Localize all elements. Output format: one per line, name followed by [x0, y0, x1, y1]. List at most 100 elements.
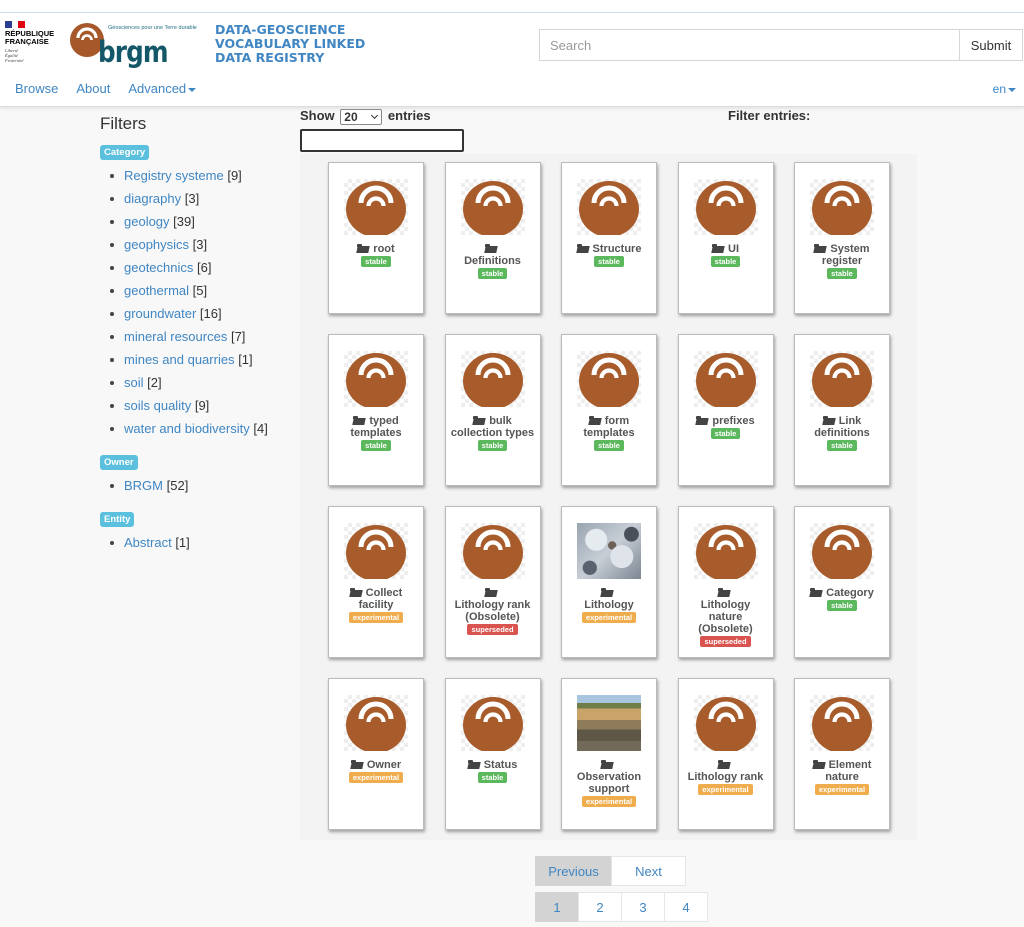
- submit-button[interactable]: Submit: [959, 29, 1023, 61]
- registry-card[interactable]: form templates stable: [561, 334, 657, 486]
- registry-card[interactable]: Link definitions stable: [794, 334, 890, 486]
- facet-link[interactable]: geology: [124, 214, 170, 229]
- facet-item: Abstract [1]: [110, 534, 290, 557]
- card-title[interactable]: Element nature experimental: [799, 759, 885, 795]
- card-title[interactable]: Collect facility experimental: [333, 587, 419, 623]
- facet-count: [3]: [192, 237, 208, 252]
- facet-item: groundwater [16]: [110, 305, 290, 328]
- card-title[interactable]: Structure stable: [566, 243, 652, 267]
- folder-open-icon: [350, 760, 363, 769]
- registry-card[interactable]: typed templates stable: [328, 334, 424, 486]
- registry-card[interactable]: System register stable: [794, 162, 890, 314]
- card-title[interactable]: Observation support experimental: [566, 759, 652, 807]
- facet-link[interactable]: geothermal: [124, 283, 189, 298]
- status-badge: stable: [827, 440, 857, 451]
- search-input[interactable]: [539, 29, 959, 61]
- card-title-label: Owner: [366, 759, 402, 771]
- card-title[interactable]: Lithology rank experimental: [683, 759, 769, 795]
- registry-card[interactable]: Structure stable: [561, 162, 657, 314]
- brgm-logo-icon: [810, 179, 874, 235]
- registry-card[interactable]: Lithology rank (Obsolete) superseded: [444, 506, 541, 658]
- main-nav: Browse About Advanced: [0, 81, 199, 101]
- nav-about[interactable]: About: [76, 81, 110, 101]
- brgm-tagline: Géosciences pour une Terre durable: [108, 25, 197, 31]
- caret-down-icon: [1008, 87, 1016, 92]
- card-title[interactable]: Link definitions stable: [799, 415, 885, 451]
- card-title[interactable]: typed templates stable: [333, 415, 419, 451]
- registry-card[interactable]: Lithology nature (Obsolete) superseded: [677, 506, 774, 658]
- registry-card[interactable]: Lithology rank experimental: [677, 678, 774, 830]
- card-title[interactable]: Lithology rank (Obsolete) superseded: [450, 587, 536, 635]
- card-title[interactable]: Owner experimental: [333, 759, 419, 783]
- motto-fraternite: Fraternité: [5, 58, 24, 63]
- card-title[interactable]: Definitions stable: [450, 243, 536, 279]
- registry-card[interactable]: Element nature experimental: [794, 678, 890, 830]
- entries-label: entries: [387, 108, 431, 123]
- card-title[interactable]: root stable: [333, 243, 419, 267]
- page-3-button[interactable]: 3: [621, 892, 665, 922]
- nav-browse[interactable]: Browse: [15, 81, 58, 101]
- registry-card[interactable]: Status stable: [444, 678, 541, 830]
- facet-link[interactable]: soil: [124, 375, 144, 390]
- facet-link[interactable]: groundwater: [124, 306, 196, 321]
- card-title[interactable]: prefixes stable: [683, 415, 769, 439]
- facet-link[interactable]: water and biodiversity: [124, 421, 250, 436]
- card-title[interactable]: Lithology nature (Obsolete) superseded: [683, 587, 769, 647]
- status-badge: stable: [361, 440, 391, 451]
- registry-card[interactable]: Collect facility experimental: [328, 506, 424, 658]
- card-title[interactable]: bulk collection types stable: [450, 415, 536, 451]
- facet-link[interactable]: soils quality: [124, 398, 191, 413]
- registry-card[interactable]: root stable: [328, 162, 424, 314]
- card-title-label: Category: [826, 587, 874, 599]
- folder-open-icon: [588, 416, 601, 425]
- entries-per-page-select[interactable]: 20: [340, 108, 383, 125]
- prev-next-pagination: Previous Next: [535, 856, 686, 886]
- brgm-logo[interactable]: Géosciences pour une Terre durable brgm: [70, 23, 210, 79]
- status-badge: superseded: [700, 636, 751, 647]
- folder-open-icon: [696, 416, 708, 425]
- registry-card[interactable]: UI stable: [677, 162, 774, 314]
- folder-open-icon: [484, 588, 497, 597]
- folder-open-icon: [467, 760, 480, 769]
- registry-card[interactable]: Lithology experimental: [561, 506, 657, 658]
- facet-link[interactable]: Registry systeme: [124, 168, 224, 183]
- card-title[interactable]: UI stable: [683, 243, 769, 267]
- nav-advanced-dropdown[interactable]: Advanced: [128, 81, 197, 101]
- facet-link[interactable]: diagraphy: [124, 191, 181, 206]
- card-title[interactable]: Status stable: [450, 759, 536, 783]
- facet-link[interactable]: mines and quarries: [124, 352, 235, 367]
- card-title[interactable]: Category stable: [799, 587, 885, 611]
- quarry-photo: [577, 695, 641, 751]
- filter-entries-input[interactable]: [300, 129, 464, 152]
- status-badge: stable: [361, 256, 391, 267]
- registry-card[interactable]: bulk collection types stable: [444, 334, 541, 486]
- page-1-button[interactable]: 1: [535, 892, 579, 922]
- registry-card[interactable]: Observation support experimental: [561, 678, 657, 830]
- facet-link[interactable]: mineral resources: [124, 329, 227, 344]
- facet-link[interactable]: geophysics: [124, 237, 189, 252]
- facet-link[interactable]: Abstract: [124, 535, 172, 550]
- card-title[interactable]: form templates stable: [566, 415, 652, 451]
- card-title[interactable]: Lithology experimental: [566, 587, 652, 623]
- registry-grid: root stable Definitions stable Structure stab…: [300, 154, 917, 840]
- language-dropdown[interactable]: en: [993, 82, 1016, 96]
- page-4-button[interactable]: 4: [664, 892, 708, 922]
- site-title[interactable]: DATA-GEOSCIENCE VOCABULARY LINKED DATA R…: [215, 23, 385, 65]
- folder-open-icon: [717, 588, 730, 597]
- status-badge: experimental: [348, 772, 404, 783]
- registry-card[interactable]: prefixes stable: [677, 334, 774, 486]
- facet-list: Abstract [1]: [100, 534, 290, 557]
- registry-card[interactable]: Owner experimental: [328, 678, 424, 830]
- top-strip: [0, 0, 1024, 12]
- registry-card[interactable]: Definitions stable: [444, 162, 541, 314]
- card-title-label: Structure: [592, 243, 642, 255]
- facet-link[interactable]: geotechnics: [124, 260, 193, 275]
- facet-link[interactable]: BRGM: [124, 478, 163, 493]
- previous-button[interactable]: Previous: [535, 856, 612, 886]
- status-badge: stable: [594, 256, 624, 267]
- page-2-button[interactable]: 2: [578, 892, 622, 922]
- registry-card[interactable]: Category stable: [794, 506, 890, 658]
- nav-browse-label: Browse: [15, 81, 59, 96]
- card-title[interactable]: System register stable: [799, 243, 885, 279]
- next-button[interactable]: Next: [611, 856, 686, 886]
